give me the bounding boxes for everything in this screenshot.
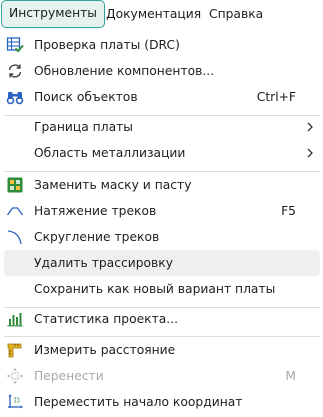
menu-item-copper-area[interactable]: Область металлизации (4, 140, 320, 166)
track-tension-icon (6, 202, 24, 220)
bar-chart-icon (6, 310, 24, 328)
refresh-icon (6, 62, 24, 80)
menu-item-project-statistics[interactable]: Статистика проекта... (4, 306, 320, 332)
menu-item-label: Обновление компонентов... (34, 64, 215, 78)
menu-item-label: Статистика проекта... (34, 312, 179, 326)
menu-item-label: Заменить маску и пасту (34, 178, 192, 192)
menu-documentation[interactable]: Документация (99, 0, 208, 28)
menu-item-label: Измерить расстояние (34, 343, 176, 357)
menu-item-label: Граница платы (34, 120, 133, 134)
menu-item-save-board-variant[interactable]: Сохранить как новый вариант платы (4, 276, 320, 302)
origin-icon (6, 393, 24, 411)
menu-item-drc[interactable]: Проверка платы (DRC) (4, 32, 320, 58)
menu-bar: Инструменты Документация Справка (0, 0, 323, 28)
menu-item-track-rounding[interactable]: Скругление треков (4, 224, 320, 250)
shortcut-label: M (285, 369, 296, 383)
menu-item-move: Перенести M (4, 363, 320, 389)
menu-item-update-components[interactable]: Обновление компонентов... (4, 58, 320, 84)
menu-item-find-objects[interactable]: Поиск объектов Ctrl+F (4, 84, 320, 110)
mask-paste-icon (6, 176, 24, 194)
menu-item-label: Скругление треков (34, 230, 160, 244)
shortcut-label: Ctrl+F (256, 90, 296, 104)
move-icon (6, 367, 24, 385)
binoculars-icon (6, 88, 24, 106)
menu-item-delete-routing[interactable]: Удалить трассировку (4, 250, 320, 276)
arc-icon (6, 228, 24, 246)
menu-item-replace-mask-paste[interactable]: Заменить маску и пасту (4, 172, 320, 198)
menu-item-board-outline[interactable]: Граница платы (4, 114, 320, 140)
menu-item-label: Удалить трассировку (34, 256, 174, 270)
shortcut-label: F5 (281, 204, 296, 218)
menu-item-label: Натяжение треков (34, 204, 157, 218)
menu-item-measure-distance[interactable]: Измерить расстояние (4, 337, 320, 363)
menu-tools[interactable]: Инструменты (1, 0, 105, 28)
tools-dropdown-menu: Проверка платы (DRC) Обновление компонен… (0, 29, 323, 417)
checklist-icon (6, 36, 24, 54)
menu-item-label: Область металлизации (34, 146, 186, 160)
menu-item-label: Поиск объектов (34, 90, 138, 104)
menu-item-label: Перенести (34, 369, 104, 383)
chevron-right-icon (304, 147, 316, 159)
menu-item-move-origin[interactable]: Переместить начало координат (4, 389, 320, 415)
menu-help[interactable]: Справка (202, 0, 270, 28)
menu-item-label: Сохранить как новый вариант платы (34, 282, 276, 296)
chevron-right-icon (304, 121, 316, 133)
menu-item-label: Проверка платы (DRC) (34, 38, 180, 52)
menu-item-label: Переместить начало координат (34, 395, 243, 409)
ruler-icon (6, 341, 24, 359)
menu-item-track-tension[interactable]: Натяжение треков F5 (4, 198, 320, 224)
